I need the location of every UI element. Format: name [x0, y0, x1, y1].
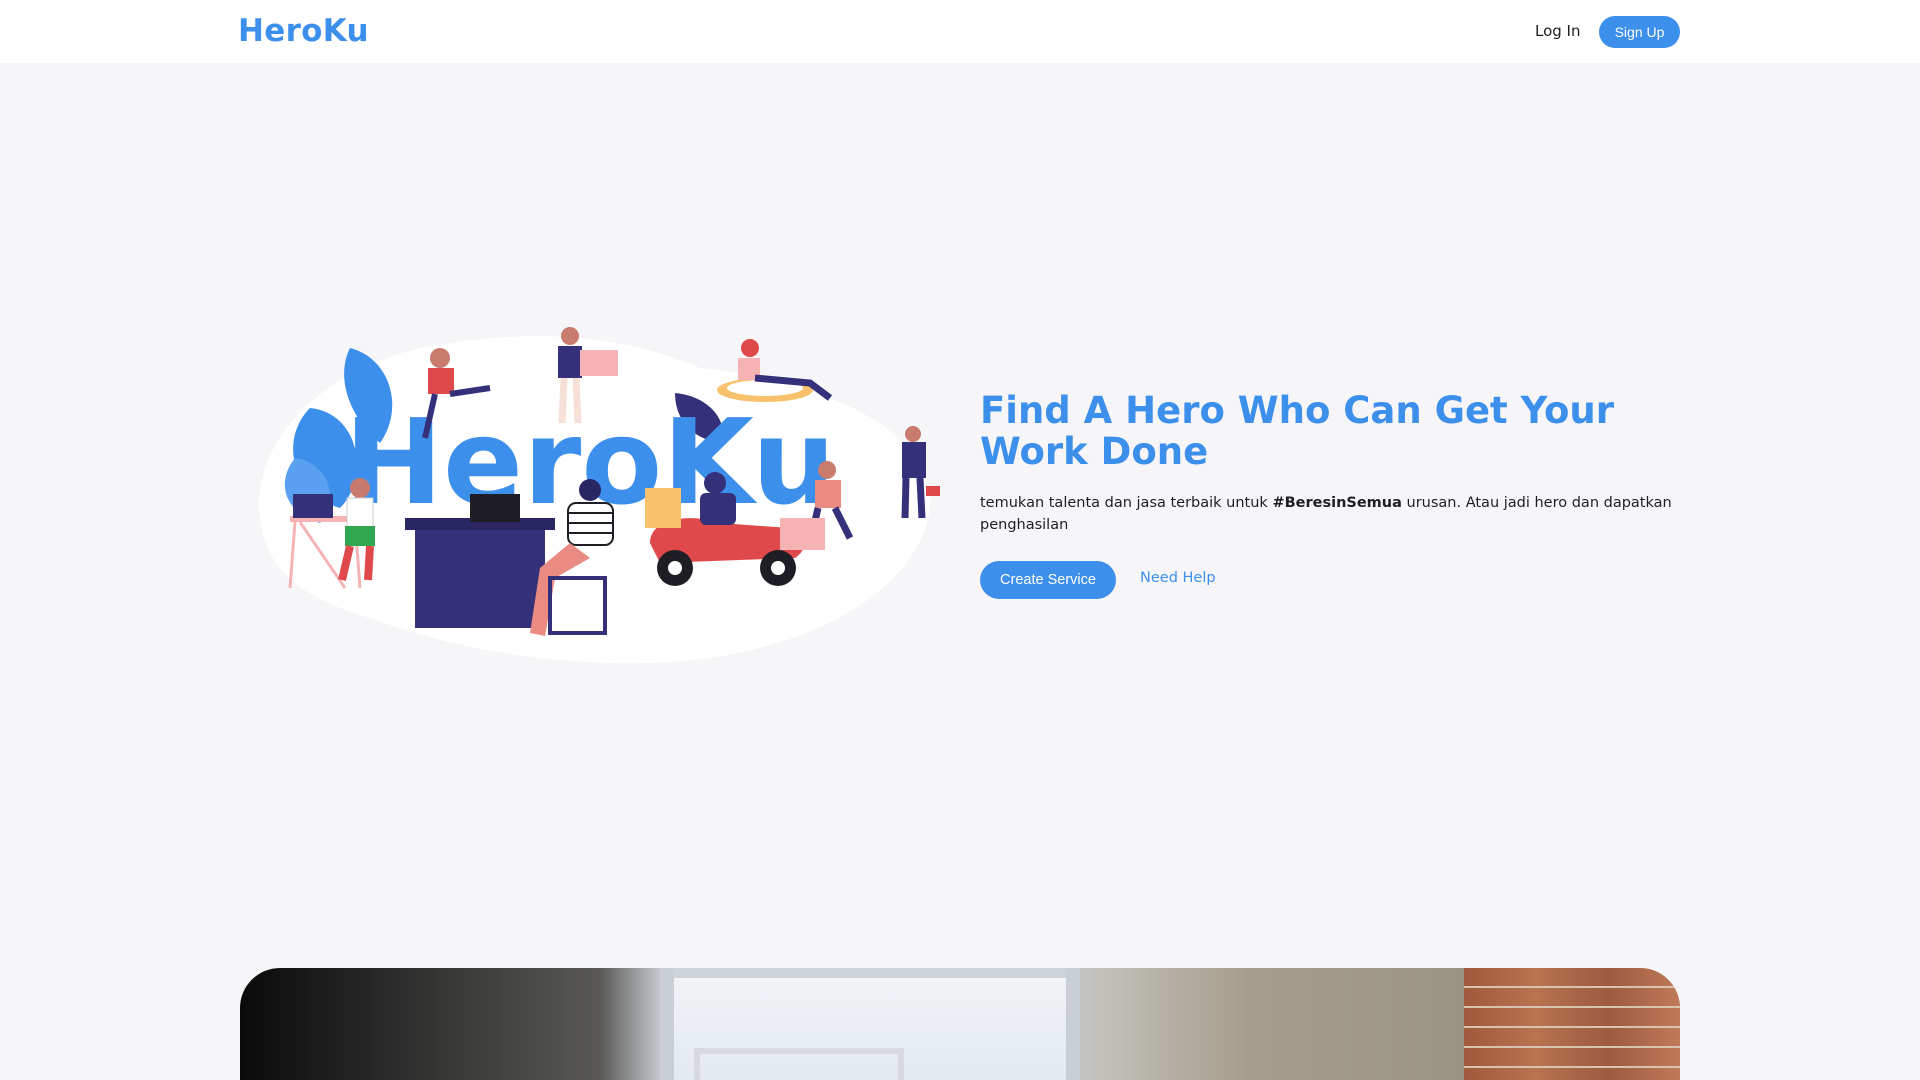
login-link[interactable]: Log In [1535, 22, 1581, 40]
brand-logo[interactable]: HeroKu [238, 13, 369, 49]
heroku-people-illustration: HeroKu [259, 327, 940, 664]
banner-window-image [660, 968, 1080, 1080]
hero-desc-before: temukan talenta dan jasa terbaik untuk [980, 495, 1273, 511]
hero-title: Find A Hero Who Can Get Your Work Done [980, 389, 1615, 473]
hero-desc-hashtag: #BeresinSemua [1272, 495, 1402, 511]
banner-brick-wall [1464, 968, 1680, 1080]
banner-photo [240, 968, 1680, 1080]
need-help-link[interactable]: Need Help [1140, 570, 1216, 586]
create-service-button[interactable]: Create Service [980, 561, 1116, 599]
signup-button[interactable]: Sign Up [1599, 16, 1680, 48]
hero-description: temukan talenta dan jasa terbaik untuk #… [980, 492, 1680, 536]
top-navbar: HeroKu Log In Sign Up [0, 0, 1920, 63]
hero-illustration: HeroKu [250, 318, 940, 668]
